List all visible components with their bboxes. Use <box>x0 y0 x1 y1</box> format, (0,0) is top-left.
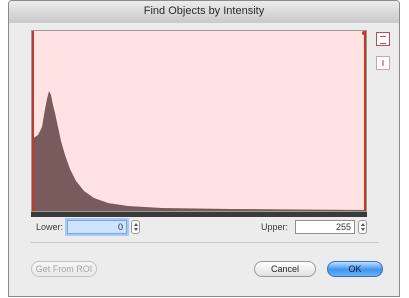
get-from-roi-button[interactable]: Get From ROI <box>31 261 97 277</box>
upper-label: Upper: <box>261 222 289 232</box>
lower-input[interactable]: 0 <box>67 220 127 234</box>
dialog-content: Lower: 0 Upper: 255 Get From ROI Cancel … <box>9 23 399 296</box>
intensity-histogram[interactable] <box>31 30 367 212</box>
histogram-area <box>32 91 366 211</box>
stepper-down-icon[interactable] <box>134 228 138 231</box>
upper-stepper[interactable] <box>358 220 367 234</box>
stepper-down-icon[interactable] <box>361 228 365 231</box>
button-separator <box>31 242 379 243</box>
dialog-title: Find Objects by Intensity <box>143 5 265 17</box>
lower-label: Lower: <box>36 222 64 232</box>
find-objects-dialog: Find Objects by Intensity Lower: 0 Upper… <box>8 0 400 297</box>
ok-button[interactable]: OK <box>327 261 383 277</box>
upper-marker-handle[interactable] <box>362 31 366 35</box>
zoom-histogram-icon[interactable] <box>376 56 390 70</box>
stepper-up-icon[interactable] <box>361 223 365 226</box>
stepper-up-icon[interactable] <box>134 223 138 226</box>
upper-input[interactable]: 255 <box>295 220 355 234</box>
fit-histogram-icon[interactable] <box>376 32 390 46</box>
lower-stepper[interactable] <box>131 220 140 234</box>
lower-threshold-marker[interactable] <box>32 31 34 211</box>
intensity-range-strip[interactable] <box>31 212 367 217</box>
upper-threshold-marker[interactable] <box>364 31 366 211</box>
title-bar[interactable]: Find Objects by Intensity <box>9 1 399 24</box>
histogram-plot <box>32 31 366 211</box>
cancel-button[interactable]: Cancel <box>254 261 316 277</box>
